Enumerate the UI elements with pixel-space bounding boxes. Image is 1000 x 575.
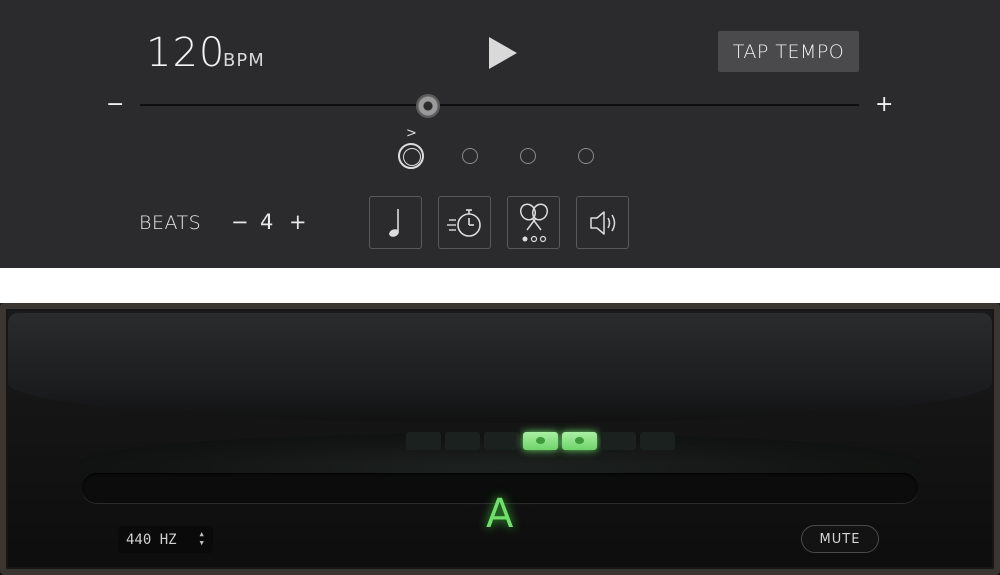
timer-button[interactable]	[438, 196, 491, 249]
play-button[interactable]	[487, 35, 519, 71]
beats-label: BEATS	[139, 212, 202, 234]
tempo-slider[interactable]	[140, 104, 859, 106]
beats-count: 4	[260, 210, 274, 234]
beat-indicator-3[interactable]	[520, 148, 536, 164]
beat-indicator-2[interactable]	[462, 148, 478, 164]
updown-arrows-icon: ▴ ▾	[198, 527, 205, 549]
reference-pitch-value: 440 HZ	[126, 531, 177, 548]
meter-segment	[601, 432, 636, 450]
quarter-note-icon	[388, 208, 399, 237]
meter-segment	[445, 432, 480, 450]
accent-marker: >	[406, 126, 417, 141]
tempo-increase-button[interactable]: +	[875, 94, 893, 116]
beat-indicator-4[interactable]	[578, 148, 594, 164]
metronome-panel: 120 BPM TAP TEMPO − + > BEATS − 4 +	[0, 0, 1000, 268]
beats-decrease-button[interactable]: −	[231, 210, 249, 234]
tempo-slider-thumb[interactable]	[416, 94, 440, 118]
meter-segment	[640, 432, 675, 450]
bpm-unit-label: BPM	[223, 50, 265, 71]
mute-button[interactable]: MUTE	[801, 525, 879, 553]
maracas-icon	[519, 202, 548, 242]
sound-select-button[interactable]	[507, 196, 560, 249]
play-icon	[489, 37, 517, 69]
meter-segment-lit	[562, 432, 597, 450]
meter-segment	[484, 432, 519, 450]
beats-increase-button[interactable]: +	[289, 210, 307, 234]
tuner-panel: A 440 HZ ▴ ▾ MUTE	[0, 303, 1000, 575]
volume-button[interactable]	[576, 196, 629, 249]
meter-segment	[406, 432, 441, 450]
tuner-top-bezel	[8, 313, 992, 423]
beat-indicator-1[interactable]	[398, 143, 424, 169]
stopwatch-icon	[446, 208, 481, 237]
speaker-icon	[589, 210, 615, 235]
bpm-value: 120	[146, 30, 226, 76]
subdivision-button[interactable]	[369, 196, 422, 249]
detected-note: A	[486, 491, 514, 537]
tempo-decrease-button[interactable]: −	[106, 94, 124, 116]
reference-pitch-select[interactable]: 440 HZ ▴ ▾	[118, 526, 213, 553]
meter-segment-lit	[523, 432, 558, 450]
tap-tempo-button[interactable]: TAP TEMPO	[718, 31, 859, 72]
